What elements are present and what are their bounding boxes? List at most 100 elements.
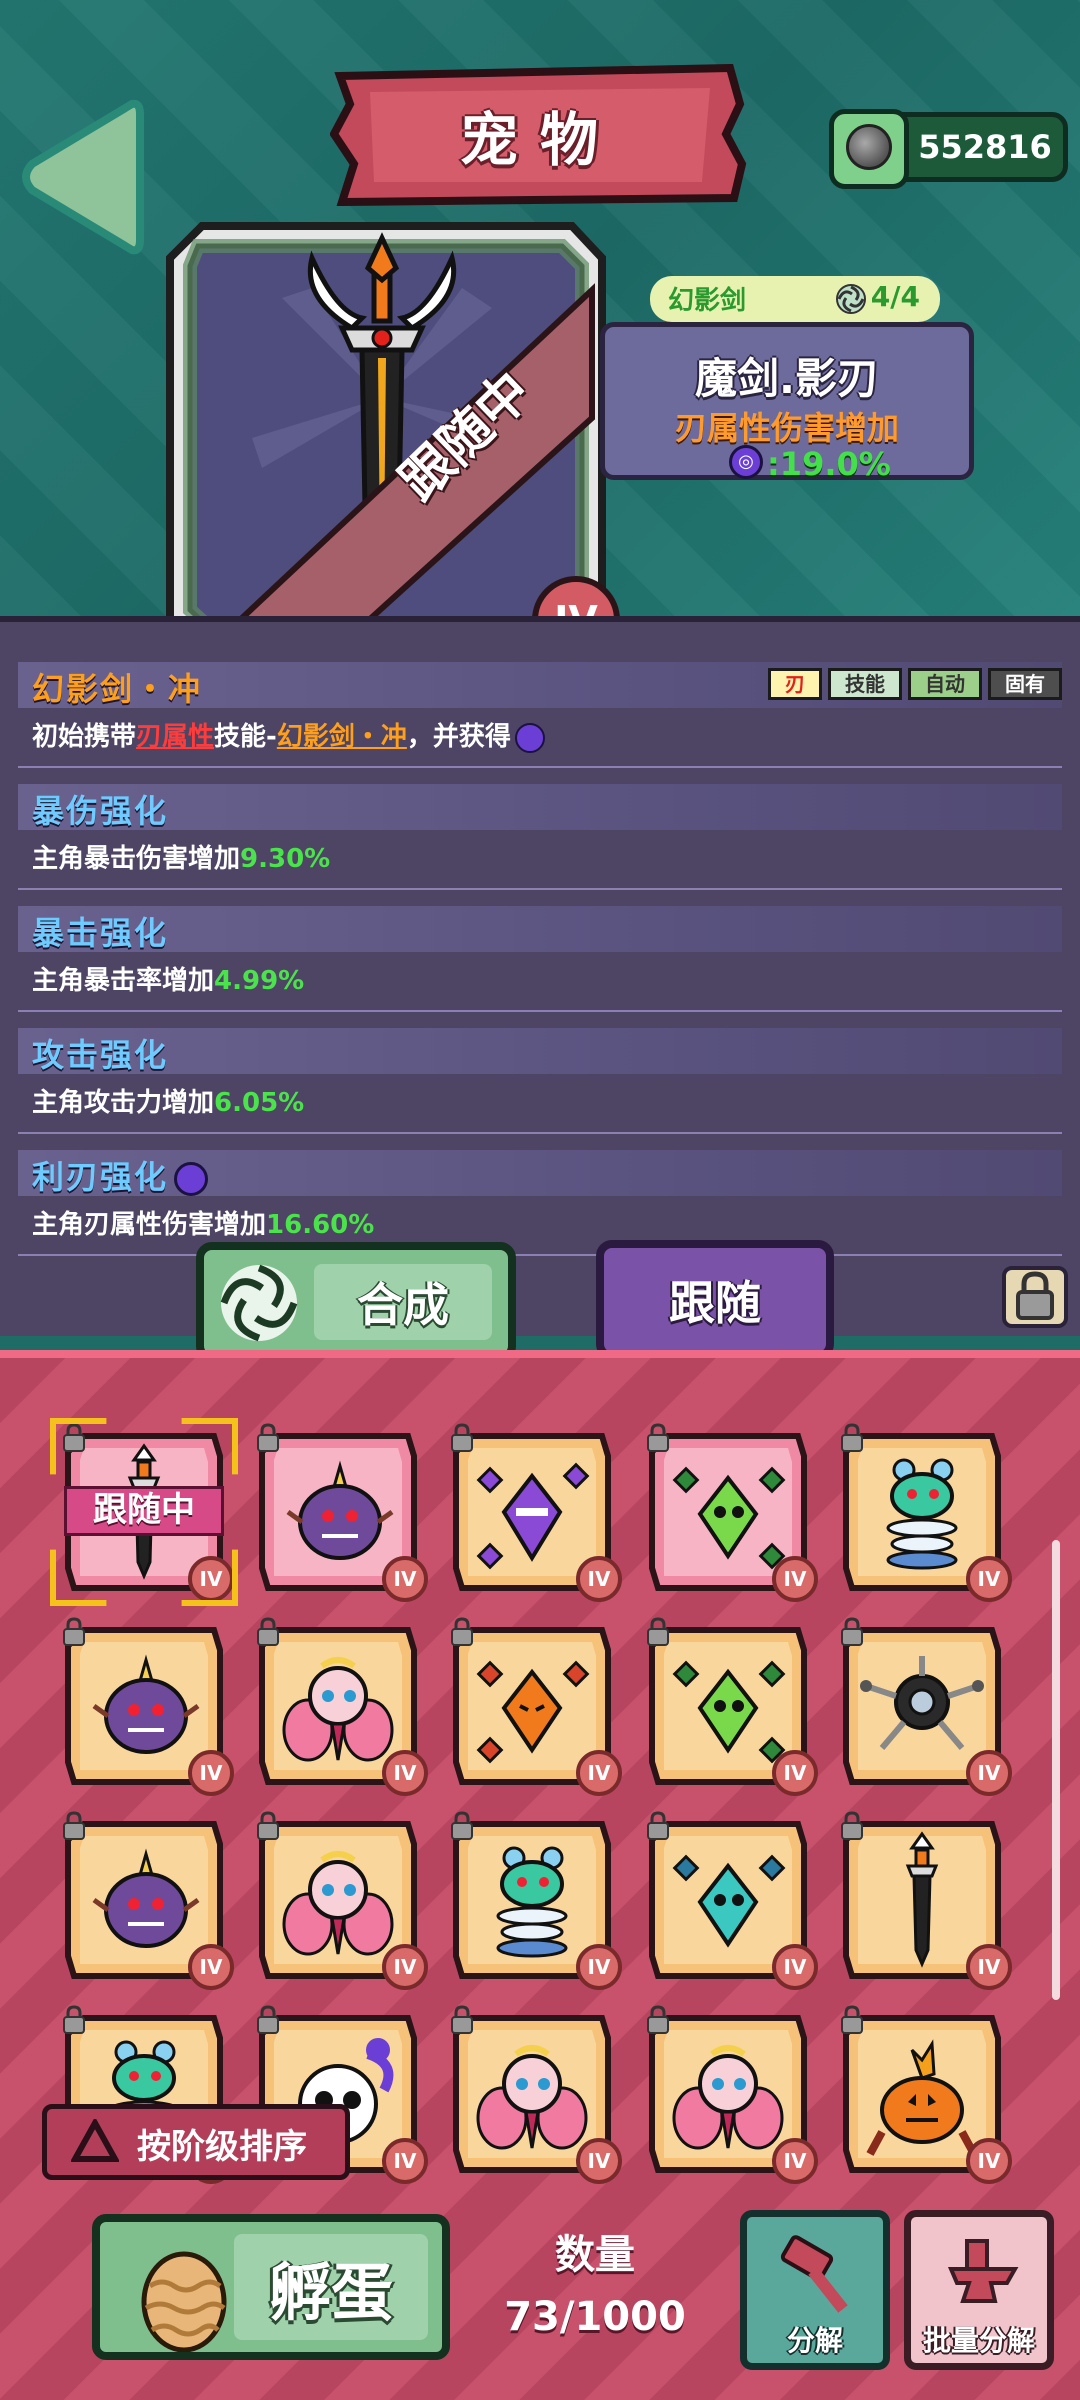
pet-tile[interactable]: IV xyxy=(841,1811,1012,1990)
ability-desc: 初始携带刃属性技能-幻影剑・冲，并获得 xyxy=(32,716,545,753)
tag-blade: 刃 xyxy=(768,668,822,700)
tier-badge: IV xyxy=(966,1556,1012,1602)
lock-icon xyxy=(63,2005,85,2034)
lock-icon xyxy=(63,1811,85,1840)
tier-badge: IV xyxy=(382,1750,428,1796)
swirl-badge-icon: ◎ xyxy=(729,445,763,479)
swirl-icon xyxy=(220,1264,298,1342)
tier-badge: IV xyxy=(966,1944,1012,1990)
pet-tile[interactable]: IV xyxy=(451,1811,622,1990)
ability-title: 利刃强化 xyxy=(32,1152,209,1198)
ability-desc: 主角刃属性伤害增加16.60% xyxy=(32,1210,375,1240)
tier-badge: IV xyxy=(576,2138,622,2184)
pet-tile[interactable]: IV xyxy=(451,1617,622,1796)
lock-icon xyxy=(451,1423,473,1452)
pet-tile[interactable]: IV xyxy=(647,1423,818,1602)
lock-icon xyxy=(647,1617,669,1646)
pet-bonus-value: :19.0% xyxy=(767,445,891,483)
count-label: 数量 xyxy=(555,2232,635,2278)
currency-value: 552816 xyxy=(918,128,1052,166)
lock-icon xyxy=(647,1811,669,1840)
ability-title: 幻影剑・冲 xyxy=(32,670,203,708)
tier-badge: IV xyxy=(382,1944,428,1990)
set-progress: 4/4 xyxy=(870,280,920,313)
pet-tile[interactable]: IV xyxy=(257,1811,428,1990)
tier-badge: IV xyxy=(966,1750,1012,1796)
pet-tile[interactable]: IV xyxy=(451,2005,622,2184)
lock-icon xyxy=(257,1617,279,1646)
pet-bonus-desc: 刃属性伤害增加 xyxy=(674,409,899,447)
tier-badge: IV xyxy=(576,1750,622,1796)
pet-info-box: 魔剑.影刃 刃属性伤害增加 ◎ :19.0% xyxy=(600,322,974,483)
count-value: 73/1000 xyxy=(504,2294,686,2340)
pet-name: 魔剑.影刃 xyxy=(695,354,879,403)
ability-title: 暴伤强化 xyxy=(32,792,169,830)
tag-innate: 固有 xyxy=(988,668,1062,700)
tier-badge: IV xyxy=(188,1750,234,1796)
ability-title: 攻击强化 xyxy=(32,1036,169,1074)
set-bonus-tag: 幻影剑 4/4 xyxy=(650,276,940,322)
pet-tile[interactable]: IV xyxy=(63,1811,234,1990)
tier-badge: IV xyxy=(188,1944,234,1990)
triangle-icon xyxy=(71,2119,119,2162)
lock-icon xyxy=(451,1617,473,1646)
egg-icon xyxy=(141,2251,227,2352)
lock-icon xyxy=(257,1811,279,1840)
ability-desc: 主角暴击率增加4.99% xyxy=(32,966,305,996)
tier-badge: IV xyxy=(966,2138,1012,2184)
swirl-badge-icon xyxy=(514,722,545,753)
pet-tile[interactable]: IV 跟随中 xyxy=(50,1418,238,1606)
tier-badge: IV xyxy=(772,1944,818,1990)
currency-display: 552816 xyxy=(829,109,1068,189)
back-arrow-icon[interactable] xyxy=(14,92,144,262)
follow-button[interactable]: 跟随 xyxy=(596,1240,834,1360)
pet-tile[interactable]: IV xyxy=(841,1617,1012,1796)
batch-decompose-button[interactable]: 批量分解 xyxy=(904,2210,1054,2370)
pet-tile[interactable]: IV xyxy=(257,1617,428,1796)
tag-auto: 自动 xyxy=(908,668,982,700)
lock-icon xyxy=(841,1811,863,1840)
lock-icon xyxy=(841,1423,863,1452)
ability-desc: 主角攻击力增加6.05% xyxy=(32,1088,305,1118)
hatch-egg-button[interactable]: 孵蛋 xyxy=(92,2214,450,2360)
following-label: 跟随中 xyxy=(64,1486,224,1536)
pet-tile[interactable]: IV xyxy=(63,1617,234,1796)
tier-badge: IV xyxy=(772,1750,818,1796)
hammer-icon xyxy=(780,2235,848,2313)
pet-tile[interactable]: IV xyxy=(841,2005,1012,2184)
inventory-count: 数量 73/1000 xyxy=(490,2222,700,2340)
lock-icon xyxy=(841,2005,863,2034)
lock-icon xyxy=(841,1617,863,1646)
tier-badge: IV xyxy=(576,1556,622,1602)
pet-tile[interactable]: IV xyxy=(257,1423,428,1602)
page-title-banner: 宠物 xyxy=(330,64,750,206)
lock-icon xyxy=(451,1811,473,1840)
swirl-icon xyxy=(836,284,866,314)
tag-skill: 技能 xyxy=(828,668,902,700)
lock-icon[interactable] xyxy=(1002,1266,1068,1328)
tier-badge: IV xyxy=(576,1944,622,1990)
lock-icon xyxy=(647,2005,669,2034)
pet-tile[interactable]: IV xyxy=(647,2005,818,2184)
tier-badge: IV xyxy=(382,2138,428,2184)
lock-icon xyxy=(647,1423,669,1452)
coin-icon xyxy=(829,109,909,189)
lock-icon xyxy=(451,2005,473,2034)
sort-button[interactable]: 按阶级排序 xyxy=(42,2104,350,2180)
page-title: 宠物 xyxy=(459,106,620,174)
lock-icon xyxy=(63,1617,85,1646)
pet-tile[interactable]: IV xyxy=(451,1423,622,1602)
tier-badge: IV xyxy=(772,2138,818,2184)
decompose-button[interactable]: 分解 xyxy=(740,2210,890,2370)
lock-icon xyxy=(257,2005,279,2034)
set-name: 幻影剑 xyxy=(668,286,747,316)
tier-badge: IV xyxy=(382,1556,428,1602)
pet-tile[interactable]: IV xyxy=(647,1617,818,1796)
pet-tile[interactable]: IV xyxy=(647,1811,818,1990)
ability-tags: 刃 技能 自动 固有 xyxy=(768,668,1062,700)
scrollbar[interactable] xyxy=(1052,1540,1060,2000)
synthesize-button[interactable]: 合成 xyxy=(196,1242,516,1362)
anvil-icon xyxy=(947,2239,1019,2303)
lock-icon xyxy=(257,1423,279,1452)
pet-tile[interactable]: IV xyxy=(841,1423,1012,1602)
